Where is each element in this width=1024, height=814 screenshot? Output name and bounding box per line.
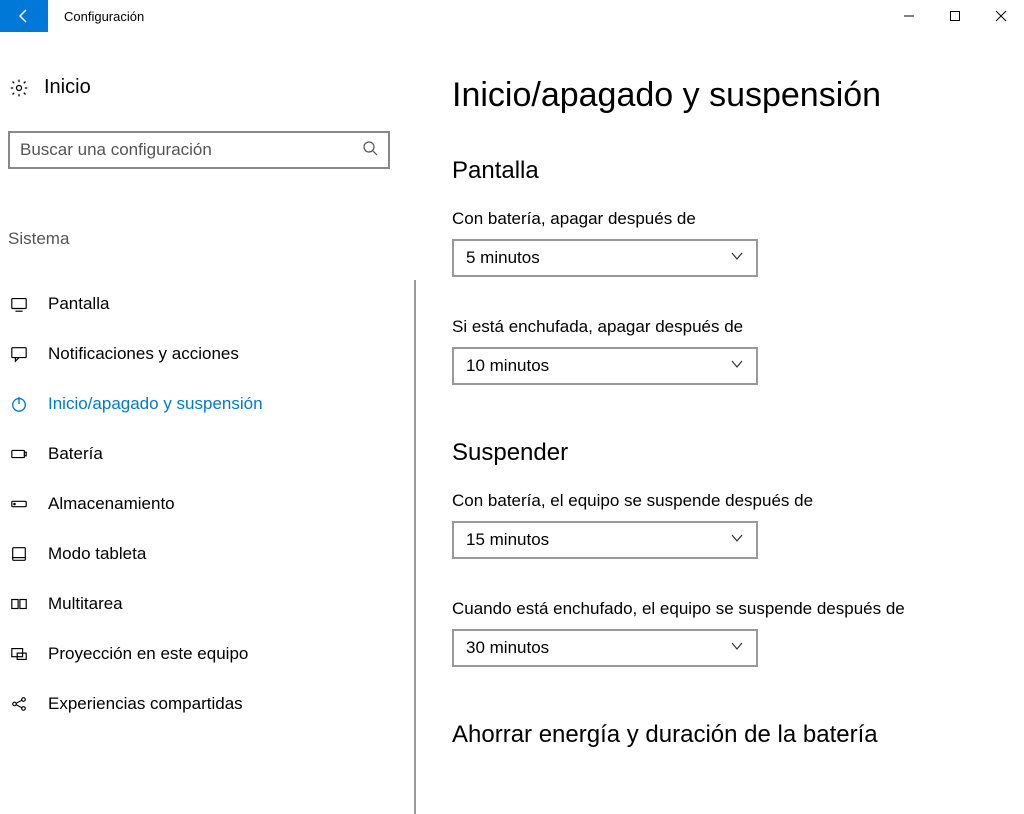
sidebar-item-label: Experiencias compartidas — [48, 694, 243, 714]
sidebar-section-label: Sistema — [0, 229, 410, 249]
combo-value: 30 minutos — [466, 638, 730, 658]
chevron-down-icon — [730, 638, 744, 658]
sleep-section: Suspender Con batería, el equipo se susp… — [452, 439, 1004, 667]
sleep-battery-combo[interactable]: 15 minutos — [452, 521, 758, 559]
home-link[interactable]: Inicio — [0, 76, 410, 99]
page-title: Inicio/apagado y suspensión — [452, 76, 1004, 115]
minimize-button[interactable] — [886, 0, 932, 32]
sidebar-item-multitarea[interactable]: Multitarea — [0, 579, 410, 629]
screen-battery-label: Con batería, apagar después de — [452, 209, 1004, 229]
speech-icon — [8, 345, 30, 363]
search-icon — [362, 140, 378, 161]
titlebar: Configuración — [0, 0, 1024, 32]
sidebar-item-bateria[interactable]: Batería — [0, 429, 410, 479]
project-icon — [8, 645, 30, 663]
sidebar-item-label: Multitarea — [48, 594, 123, 614]
main-panel: Inicio/apagado y suspensión Pantalla Con… — [416, 32, 1024, 814]
share-icon — [8, 695, 30, 713]
sidebar-item-label: Almacenamiento — [48, 494, 175, 514]
screen-battery-combo[interactable]: 5 minutos — [452, 239, 758, 277]
sidebar-item-label: Pantalla — [48, 294, 109, 314]
sleep-plugged-combo[interactable]: 30 minutos — [452, 629, 758, 667]
screen-plugged-label: Si está enchufada, apagar después de — [452, 317, 1004, 337]
multitask-icon — [8, 595, 30, 613]
back-button[interactable] — [0, 0, 48, 32]
chevron-down-icon — [730, 248, 744, 268]
combo-value: 10 minutos — [466, 356, 730, 376]
search-placeholder: Buscar una configuración — [20, 140, 362, 160]
chevron-down-icon — [730, 530, 744, 550]
tablet-icon — [8, 545, 30, 563]
sidebar-item-proyeccion[interactable]: Proyección en este equipo — [0, 629, 410, 679]
battery-icon — [8, 445, 30, 463]
nav-list: Pantalla Notificaciones y acciones Inici… — [0, 279, 410, 729]
display-icon — [8, 295, 30, 313]
combo-value: 5 minutos — [466, 248, 730, 268]
sidebar-item-label: Batería — [48, 444, 103, 464]
screen-plugged-combo[interactable]: 10 minutos — [452, 347, 758, 385]
sidebar: Inicio Buscar una configuración Sistema … — [0, 32, 410, 814]
window-title: Configuración — [48, 9, 886, 24]
section-heading-pantalla: Pantalla — [452, 157, 1004, 185]
section-heading-suspender: Suspender — [452, 439, 1004, 467]
maximize-button[interactable] — [932, 0, 978, 32]
sidebar-item-experiencias[interactable]: Experiencias compartidas — [0, 679, 410, 729]
power-icon — [8, 395, 30, 413]
divider — [414, 280, 416, 814]
window-controls — [886, 0, 1024, 32]
sidebar-item-label: Modo tableta — [48, 544, 146, 564]
sidebar-item-modo-tableta[interactable]: Modo tableta — [0, 529, 410, 579]
screen-section: Pantalla Con batería, apagar después de … — [452, 157, 1004, 385]
sidebar-item-almacenamiento[interactable]: Almacenamiento — [0, 479, 410, 529]
sidebar-item-pantalla[interactable]: Pantalla — [0, 279, 410, 329]
sleep-battery-label: Con batería, el equipo se suspende despu… — [452, 491, 1004, 511]
sleep-plugged-label: Cuando está enchufado, el equipo se susp… — [452, 599, 1004, 619]
search-input[interactable]: Buscar una configuración — [8, 131, 390, 169]
sidebar-item-inicio-apagado[interactable]: Inicio/apagado y suspensión — [0, 379, 410, 429]
gear-icon — [8, 78, 30, 98]
combo-value: 15 minutos — [466, 530, 730, 550]
sidebar-item-label: Notificaciones y acciones — [48, 344, 239, 364]
storage-icon — [8, 495, 30, 513]
close-button[interactable] — [978, 0, 1024, 32]
sidebar-item-notificaciones[interactable]: Notificaciones y acciones — [0, 329, 410, 379]
sidebar-item-label: Proyección en este equipo — [48, 644, 248, 664]
section-heading-ahorrar: Ahorrar energía y duración de la batería — [452, 721, 1004, 749]
chevron-down-icon — [730, 356, 744, 376]
sidebar-item-label: Inicio/apagado y suspensión — [48, 394, 263, 414]
home-label: Inicio — [44, 76, 91, 99]
